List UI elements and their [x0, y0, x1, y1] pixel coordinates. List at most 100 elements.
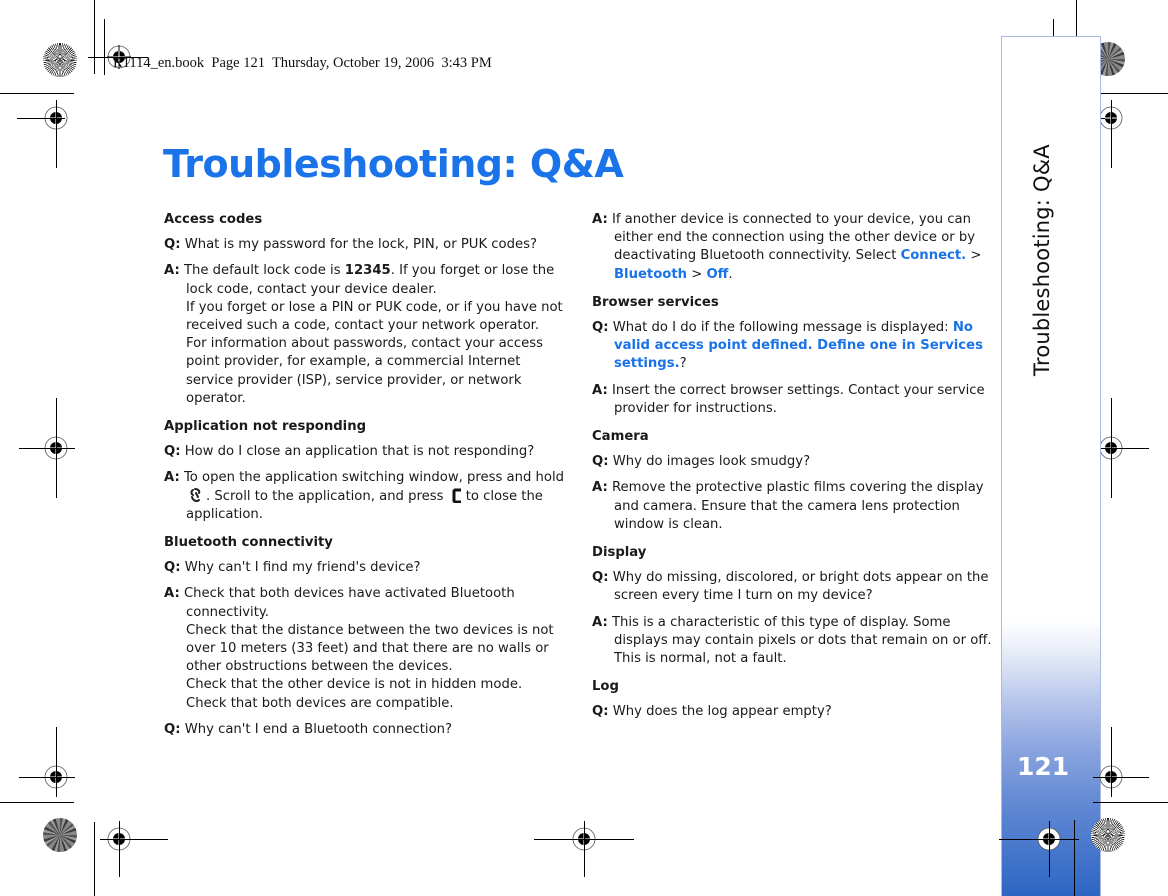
crop-line — [94, 822, 95, 896]
clear-key-icon — [452, 488, 461, 503]
crop-line — [100, 839, 168, 840]
answer-text: . — [728, 266, 733, 282]
a-label: A: — [592, 212, 608, 227]
crop-line — [19, 448, 75, 449]
answer-text: Insert the correct browser settings. Con… — [611, 382, 985, 416]
section-heading: Bluetooth connectivity — [164, 535, 333, 551]
side-tab-title: Troubleshooting: Q&A — [1030, 144, 1054, 376]
crop-line — [94, 0, 95, 74]
answer: A: If another device is connected to you… — [592, 211, 992, 284]
question: Q: Why do missing, discolored, or bright… — [592, 569, 992, 605]
section-heading: Log — [592, 679, 619, 695]
right-column: A: If another device is connected to you… — [592, 211, 992, 730]
crop-line — [19, 777, 75, 778]
q-label: Q: — [164, 721, 181, 737]
question: Q: Why can't I end a Bluetooth connectio… — [164, 721, 569, 739]
a-label: A: — [592, 480, 608, 496]
menu-separator: > — [966, 248, 982, 264]
crop-line — [999, 839, 1079, 840]
question-text: Why can't I find my friend's device? — [184, 560, 421, 576]
section-log: Log Q: Why does the log appear empty? — [592, 678, 992, 721]
crop-line — [0, 802, 74, 803]
answer-text: This is a characteristic of this type of… — [611, 614, 992, 667]
answer-text: To open the application switching window… — [183, 470, 564, 486]
menu-path-connect: Connect. — [900, 248, 967, 264]
default-lock-code: 12345 — [344, 263, 391, 279]
section-browser-services: Browser services Q: What do I do if the … — [592, 294, 992, 418]
crop-line — [1093, 802, 1168, 803]
question: Q: What is my password for the lock, PIN… — [164, 236, 569, 254]
a-label: A: — [592, 382, 608, 398]
question-text: What do I do if the following message is… — [612, 320, 953, 336]
crop-line — [1093, 448, 1149, 449]
question-text: ? — [679, 356, 687, 372]
crop-line — [1049, 821, 1050, 877]
q-label: Q: — [164, 237, 181, 253]
question-text: Why can't I end a Bluetooth connection? — [184, 721, 453, 737]
section-access-codes: Access codes Q: What is my password for … — [164, 211, 569, 408]
answer: A: Remove the protective plastic films c… — [592, 479, 992, 534]
answer-text: The default lock code is — [183, 263, 345, 279]
answer-text: If you forget or lose a PIN or PUK code,… — [186, 299, 563, 334]
q-label: Q: — [164, 560, 181, 576]
q-label: Q: — [592, 320, 609, 336]
section-heading: Display — [592, 545, 647, 561]
menu-key-icon — [190, 487, 201, 502]
section-heading: Access codes — [164, 212, 263, 227]
page-number: 121 — [1017, 752, 1070, 781]
crop-line — [1111, 100, 1112, 168]
question: Q: Why do images look smudgy? — [592, 453, 992, 471]
crop-line — [0, 93, 74, 94]
menu-path-off: Off — [706, 266, 729, 282]
q-label: Q: — [164, 444, 181, 460]
answer-text: For information about passwords, contact… — [186, 336, 544, 406]
menu-path-bluetooth: Bluetooth — [614, 266, 688, 282]
question-text: Why does the log appear empty? — [612, 704, 832, 720]
color-registration-icon — [43, 43, 77, 77]
section-heading: Browser services — [592, 294, 719, 310]
color-registration-icon — [43, 818, 77, 852]
a-label: A: — [164, 470, 180, 486]
section-heading: Camera — [592, 429, 649, 445]
section-application-not-responding: Application not responding Q: How do I c… — [164, 418, 569, 524]
crop-line — [56, 100, 57, 168]
crop-line — [1111, 727, 1112, 797]
answer-text: Check that both devices have activated B… — [183, 586, 515, 620]
section-display: Display Q: Why do missing, discolored, o… — [592, 544, 992, 668]
q-label: Q: — [592, 704, 609, 720]
section-bluetooth-connectivity: Bluetooth connectivity Q: Why can't I fi… — [164, 534, 569, 739]
question-text: How do I close an application that is no… — [184, 444, 535, 460]
answer: A: To open the application switching win… — [164, 469, 569, 524]
crop-line — [119, 821, 120, 877]
answer-text: Check that both devices are compatible. — [186, 695, 454, 711]
print-header: R1114_en.book Page 121 Thursday, October… — [113, 55, 492, 71]
answer-text: . Scroll to the application, and press — [206, 488, 444, 504]
section-heading: Application not responding — [164, 419, 367, 435]
color-registration-icon — [1091, 818, 1125, 852]
a-label: A: — [164, 586, 180, 602]
answer: A: The default lock code is 12345. If yo… — [164, 262, 569, 408]
a-label: A: — [164, 263, 180, 279]
question: Q: Why can't I find my friend's device? — [164, 559, 569, 577]
q-label: Q: — [592, 454, 609, 470]
left-column: Access codes Q: What is my password for … — [164, 211, 569, 747]
a-label: A: — [592, 614, 608, 630]
crop-line — [104, 19, 105, 75]
answer: A: This is a characteristic of this type… — [592, 614, 992, 669]
section-camera: Camera Q: Why do images look smudgy? A: … — [592, 428, 992, 534]
crop-line — [1111, 398, 1112, 498]
crop-line — [584, 821, 585, 877]
crop-line — [17, 118, 65, 119]
question-text: Why do missing, discolored, or bright do… — [612, 570, 989, 604]
question: Q: What do I do if the following message… — [592, 319, 992, 374]
question-text: Why do images look smudgy? — [612, 454, 811, 470]
question: Q: Why does the log appear empty? — [592, 703, 992, 721]
page-title: Troubleshooting: Q&A — [163, 142, 624, 186]
answer-text: Remove the protective plastic films cove… — [611, 480, 984, 532]
crop-line — [1093, 777, 1149, 778]
answer: A: Insert the correct browser settings. … — [592, 382, 992, 418]
q-label: Q: — [592, 570, 609, 586]
question-text: What is my password for the lock, PIN, o… — [184, 237, 537, 253]
crop-line — [56, 398, 57, 498]
answer: A: Check that both devices have activate… — [164, 585, 569, 712]
